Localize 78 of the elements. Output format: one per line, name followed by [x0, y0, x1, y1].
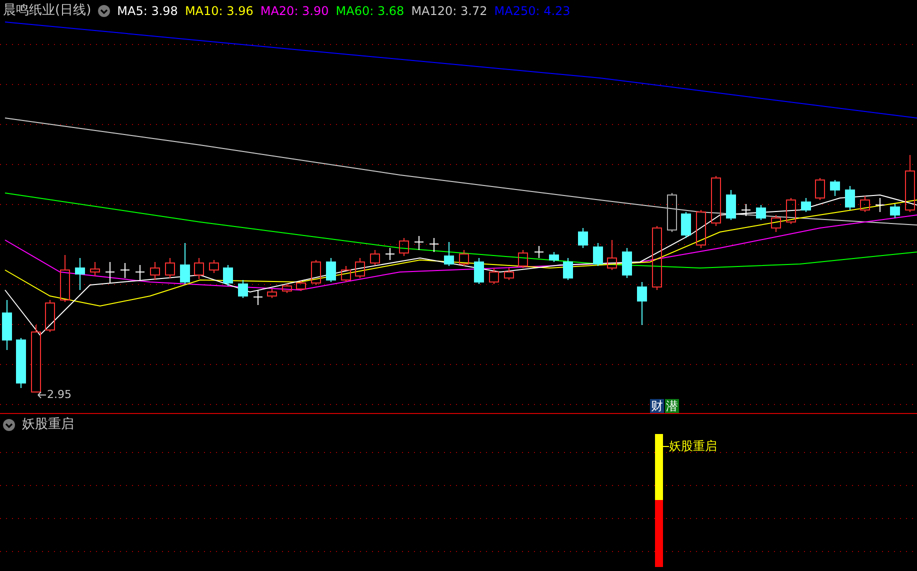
candlestick	[370, 250, 380, 266]
candlestick	[180, 242, 190, 284]
candlestick	[194, 258, 204, 280]
event-marker[interactable]: 潜	[665, 399, 679, 413]
candlestick	[296, 280, 306, 292]
candlestick	[652, 226, 662, 290]
candlestick	[399, 238, 409, 256]
candlestick	[518, 250, 528, 268]
arrow-icon	[38, 392, 46, 398]
candlestick	[489, 268, 499, 284]
candlestick	[801, 198, 811, 212]
candlestick	[534, 246, 544, 258]
candlestick	[771, 214, 781, 232]
candlestick	[815, 178, 825, 200]
candlestick	[223, 264, 233, 286]
candlestick	[549, 252, 559, 262]
candlestick	[90, 262, 100, 276]
candlestick	[385, 248, 395, 260]
moving-average-value: MA60: 3.68	[336, 3, 404, 19]
moving-average-value: MA120: 3.72	[411, 3, 488, 19]
moving-average-value: MA10: 3.96	[184, 3, 254, 19]
candlestick	[905, 154, 915, 212]
candlestick	[150, 262, 160, 280]
leader-line	[662, 446, 670, 447]
candlestick	[578, 228, 588, 248]
indicator-title: 妖股重启	[22, 417, 74, 433]
moving-average-value: MA250: 4.23	[494, 3, 570, 19]
candlestick	[860, 196, 870, 212]
moving-average-value: MA20: 3.90	[260, 3, 329, 19]
candlestick	[45, 300, 55, 332]
candlestick	[355, 258, 365, 278]
candlestick	[459, 250, 469, 266]
signal-label: 妖股重启	[669, 438, 717, 454]
candlestick	[75, 258, 85, 290]
candlestick	[593, 242, 603, 266]
candlestick	[667, 192, 677, 232]
candlestick	[696, 210, 706, 248]
candlestick	[741, 204, 751, 216]
candlestick	[414, 236, 424, 250]
candlestick	[429, 238, 439, 252]
candlestick	[875, 198, 885, 212]
candlestick	[786, 198, 796, 224]
low-price-label: 2.95	[47, 388, 72, 402]
candlestick	[622, 248, 632, 278]
candlestick	[711, 176, 721, 226]
candlestick	[756, 204, 766, 220]
candlestick	[267, 288, 277, 298]
candlestick	[60, 254, 70, 302]
candlestick	[165, 258, 175, 278]
candlestick	[474, 258, 484, 284]
candlestick	[326, 258, 336, 282]
candlestick	[105, 262, 115, 284]
candlestick	[444, 242, 454, 266]
candlestick	[282, 284, 292, 294]
candlestick	[726, 190, 736, 220]
candlestick	[209, 260, 219, 274]
candlestick	[253, 290, 263, 306]
candlestick	[120, 262, 130, 278]
dropdown-icon[interactable]	[3, 419, 15, 431]
candlestick	[2, 300, 12, 350]
candlestick	[238, 280, 248, 298]
candlestick	[311, 260, 321, 286]
candlestick	[135, 264, 145, 280]
candlestick	[504, 268, 514, 280]
candlestick	[341, 266, 351, 282]
candlestick	[31, 324, 41, 392]
event-marker[interactable]: 财	[650, 399, 664, 413]
candlestick	[16, 338, 26, 388]
candlestick	[563, 258, 573, 280]
candlestick	[681, 212, 691, 238]
candlestick	[830, 180, 840, 196]
chart-title: 晨鸣纸业(日线)	[3, 3, 92, 19]
candlestick	[845, 186, 855, 210]
candlestick	[890, 204, 900, 218]
candlestick	[637, 282, 647, 326]
moving-average-value: MA5: 3.98	[117, 3, 178, 19]
candlestick	[607, 240, 617, 270]
dropdown-icon[interactable]	[98, 5, 110, 17]
